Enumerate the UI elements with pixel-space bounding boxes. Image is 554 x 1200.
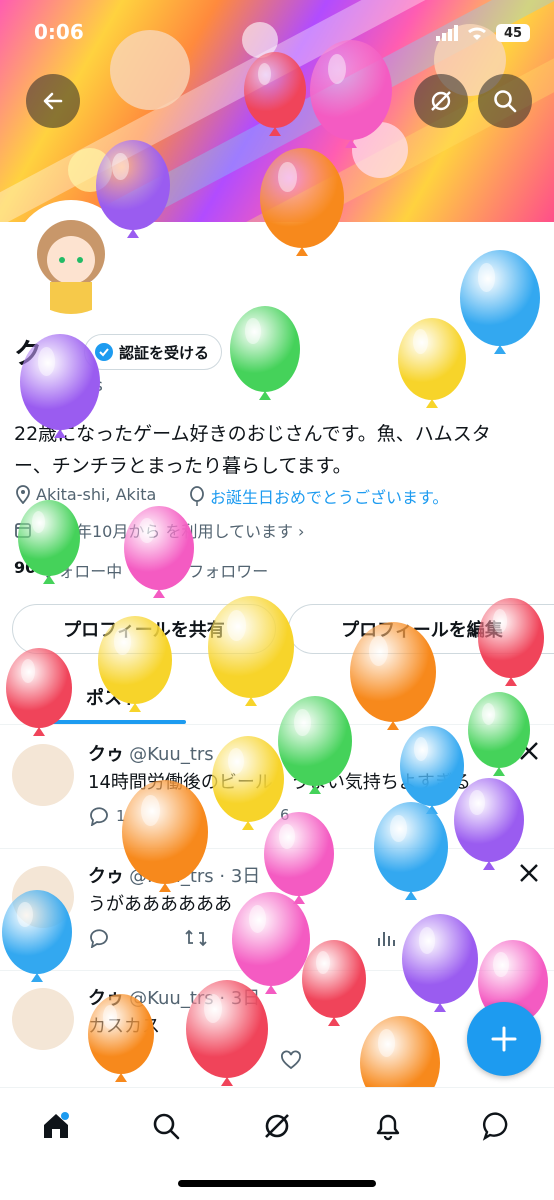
bio-line-2: ー、チンチラとまったり暮らしてます。 (14, 455, 352, 477)
balloon (230, 306, 300, 400)
tweet-header: クゥ @Kuu_trs · 3日 (88, 862, 260, 888)
compose-icon (491, 1026, 517, 1052)
profile-handle: s (94, 376, 103, 396)
get-verified-button[interactable]: 認証を受ける (84, 334, 223, 370)
nav-home[interactable] (36, 1106, 76, 1146)
tweet-author: クゥ (88, 988, 124, 1009)
x-logo-icon (520, 742, 538, 760)
home-icon (44, 1112, 69, 1138)
tweet-text: 14時間労働後のビール。うまい気持ちよすぎる (88, 772, 471, 793)
nav-messages[interactable] (478, 1106, 518, 1146)
calendar-icon (15, 523, 31, 538)
tweet-avatar[interactable] (12, 988, 74, 1050)
status-icons: 45 (436, 24, 530, 42)
reply-icon (90, 929, 108, 948)
grok-button[interactable] (414, 74, 468, 128)
nav-grok[interactable] (257, 1106, 297, 1146)
compose-button[interactable] (467, 1002, 541, 1076)
location-text: Akita-shi, Akita (36, 484, 157, 504)
reply-button[interactable]: 1 (88, 806, 126, 826)
share-profile-button[interactable]: プロフィールを共有 (12, 604, 276, 654)
get-verified-label: 認証を受ける (119, 343, 210, 362)
reply-button[interactable] (88, 928, 110, 948)
views-button[interactable] (376, 928, 396, 948)
cellular-icon (436, 25, 458, 41)
balloon (398, 318, 466, 408)
tweet-item[interactable]: クゥ @Kuu_trs 14時間労働後のビール。うまい気持ちよすぎる 1 6 (0, 726, 554, 849)
reply-icon (90, 807, 108, 826)
profile-bio: 22歳になったゲーム好きのおじさんです。魚、ハムスタ ー、チンチラとまったり暮ら… (14, 418, 544, 482)
repost-button[interactable] (184, 928, 208, 948)
explore-icon (153, 1113, 180, 1140)
tweet-handle: @Kuu_trs · 3日 (129, 988, 261, 1009)
profile-tabs (0, 668, 554, 725)
search-button[interactable] (478, 74, 532, 128)
followers-label: フォロワー (188, 562, 269, 581)
back-arrow-icon (43, 92, 63, 110)
back-button[interactable] (26, 74, 80, 128)
messages-icon (482, 1112, 508, 1141)
like-button[interactable]: 6 (280, 806, 290, 824)
balloon (460, 250, 540, 354)
battery-indicator: 45 (496, 24, 530, 42)
location-icon (16, 485, 30, 504)
search-icon (494, 90, 517, 113)
profile-avatar[interactable] (12, 200, 130, 318)
home-indicator (178, 1180, 376, 1187)
avatar-image (16, 204, 126, 314)
nav-notifications[interactable] (368, 1106, 408, 1146)
grok-icon (431, 91, 451, 111)
x-logo-icon (520, 864, 538, 882)
birthday-text[interactable]: お誕生日おめでとうございます。 (210, 484, 448, 508)
tweet-text: うがああああああ (88, 894, 232, 915)
tweet-item[interactable]: クゥ @Kuu_trs · 3日 うがああああああ (0, 848, 554, 971)
tab-active-indicator (40, 720, 186, 724)
edit-profile-button[interactable]: プロフィールを編集 (288, 604, 554, 654)
tab-posts[interactable]: ポスト (86, 684, 140, 710)
grok-nav-icon (265, 1114, 289, 1138)
tweet-handle: @Kuu_trs · 3日 (129, 866, 261, 887)
repost-icon (185, 929, 207, 947)
tweet-header: クゥ @Kuu_trs · 3日 (88, 984, 260, 1010)
tweet-avatar[interactable] (12, 744, 74, 806)
birthday-row[interactable]: お誕生日おめでとうございます。 (188, 484, 448, 508)
tweet-author: クゥ (88, 744, 124, 765)
bell-icon (376, 1114, 400, 1141)
tweet-text: カスカス (88, 1016, 160, 1037)
joined-row[interactable]: 年10月から を利用しています › (14, 518, 304, 542)
like-button[interactable] (280, 1050, 302, 1070)
reply-count: 1 (116, 807, 126, 825)
nav-explore[interactable] (146, 1106, 186, 1146)
joined-text: 年10月から を利用しています › (76, 522, 305, 541)
tweet-author: クゥ (88, 866, 124, 887)
views-icon (378, 932, 395, 946)
tweet-handle: @Kuu_trs (129, 744, 214, 765)
following-count: 90 (14, 558, 37, 577)
follow-counts[interactable]: 90 フォロー中 フォロワー (14, 558, 268, 582)
tweet-avatar[interactable] (12, 866, 74, 928)
verified-badge-icon (95, 343, 113, 361)
status-time: 0:06 (34, 20, 84, 44)
wifi-icon (468, 27, 486, 40)
following-label: フォロー中 (42, 562, 123, 581)
profile-name: ク (14, 337, 43, 370)
balloon-icon (190, 486, 204, 506)
location-row: Akita-shi, Akita (14, 484, 156, 504)
bio-line-1: 22歳になったゲーム好きのおじさんです。魚、ハムスタ (14, 423, 491, 445)
like-count: 6 (280, 806, 290, 824)
tweet-header: クゥ @Kuu_trs (88, 740, 214, 766)
heart-icon (281, 1050, 301, 1070)
